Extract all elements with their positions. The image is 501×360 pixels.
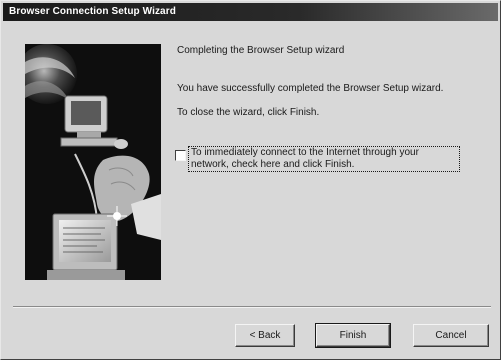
computer-setup-illustration-icon: [25, 44, 161, 280]
back-button[interactable]: < Back: [235, 324, 295, 347]
connect-checkbox[interactable]: [175, 150, 186, 161]
connect-checkbox-label[interactable]: To immediately connect to the Internet t…: [188, 146, 460, 172]
connect-checkbox-row[interactable]: To immediately connect to the Internet t…: [175, 146, 465, 176]
wizard-window: Browser Connection Setup Wizard Completi…: [0, 0, 501, 360]
finish-button[interactable]: Finish: [315, 323, 391, 348]
cancel-button[interactable]: Cancel: [413, 324, 489, 347]
wizard-heading: Completing the Browser Setup wizard: [177, 45, 345, 56]
title-bar[interactable]: Browser Connection Setup Wizard: [3, 3, 498, 21]
success-message: You have successfully completed the Brow…: [177, 83, 444, 94]
window-title: Browser Connection Setup Wizard: [9, 6, 176, 17]
close-instruction: To close the wizard, click Finish.: [177, 107, 320, 118]
footer-separator: [13, 306, 491, 308]
wizard-side-image: [25, 44, 161, 280]
